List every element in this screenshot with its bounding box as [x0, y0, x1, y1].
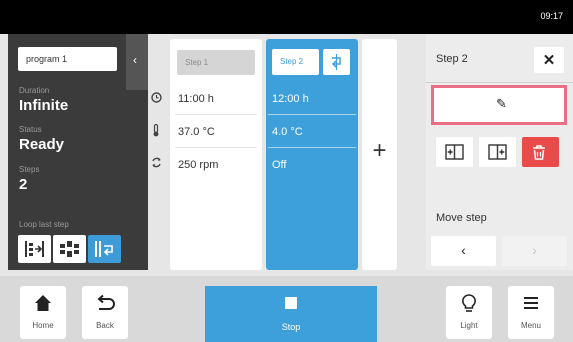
loop-label: Loop last step: [19, 220, 69, 229]
loop-mode-1-icon: [25, 241, 44, 257]
program-name-field[interactable]: program 1: [18, 47, 117, 71]
step-1-temperature: 37.0 °C: [178, 126, 215, 138]
rotation-icon: [148, 157, 164, 171]
step-1-card[interactable]: Step 1 11:00 h 37.0 °C 250 rpm: [170, 39, 262, 270]
move-step-right-button[interactable]: ›: [502, 236, 567, 266]
move-step-label: Move step: [436, 212, 487, 224]
stop-icon: [285, 297, 297, 309]
back-arrow-icon: [97, 294, 115, 310]
home-icon: [35, 295, 51, 311]
program-panel: program 1 ‹ Duration Infinite Status Rea…: [8, 34, 148, 270]
duration-value: Infinite: [19, 97, 69, 114]
step-2-temperature: 4.0 °C: [272, 126, 303, 138]
divider: [175, 114, 257, 115]
edit-panel-title: Step 2: [436, 53, 468, 65]
bottom-nav: Home Back Stop Light Menu: [0, 276, 573, 342]
light-button[interactable]: Light: [446, 286, 492, 339]
home-button[interactable]: Home: [20, 286, 66, 339]
insert-before-icon: [445, 144, 464, 160]
thermometer-icon: [148, 123, 164, 140]
step-2-speed: Off: [272, 159, 287, 171]
stop-label: Stop: [281, 322, 301, 332]
duration-label: Duration: [19, 86, 50, 95]
step-2-label: Step 2: [272, 49, 319, 75]
loop-icon: [331, 54, 341, 70]
lightbulb-icon: [462, 294, 476, 312]
back-label: Back: [96, 321, 114, 330]
collapse-panel-button[interactable]: ‹: [126, 34, 148, 90]
insert-step-before-button[interactable]: [436, 137, 473, 167]
step-1-label: Step 1: [177, 50, 255, 75]
insert-after-icon: [488, 144, 507, 160]
divider: [426, 82, 573, 83]
close-button[interactable]: ✕: [534, 47, 564, 73]
home-label: Home: [32, 321, 54, 330]
clock: 09:17: [540, 11, 563, 21]
steps-value: 2: [19, 176, 28, 193]
step-edit-panel: Step 2 ✕ ✎ Move step ‹ ›: [426, 34, 573, 270]
divider: [268, 147, 356, 148]
steps-area: Step 1 11:00 h 37.0 °C 250 rpm Step 2 12…: [148, 34, 426, 270]
loop-mode-2-button[interactable]: [53, 235, 86, 263]
divider: [175, 147, 257, 148]
menu-label: Menu: [520, 321, 541, 330]
chevron-left-icon: ‹: [133, 53, 137, 67]
loop-last-step-icon: [95, 241, 113, 257]
divider: [268, 114, 356, 115]
delete-step-button[interactable]: [522, 137, 559, 167]
step-2-card[interactable]: Step 2 12:00 h 4.0 °C Off: [266, 39, 358, 270]
stop-button[interactable]: Stop: [205, 286, 377, 342]
status-value: Ready: [19, 136, 65, 153]
step-1-time: 11:00 h: [178, 93, 214, 105]
loop-mode-3-button[interactable]: [88, 235, 121, 263]
edit-step-button[interactable]: ✎: [431, 85, 567, 125]
clock-icon: [148, 92, 164, 106]
pencil-icon: ✎: [496, 96, 507, 111]
light-label: Light: [460, 321, 478, 330]
menu-icon: [524, 297, 538, 309]
trash-icon: [533, 145, 545, 160]
steps-label: Steps: [19, 165, 40, 174]
step-2-time: 12:00 h: [272, 93, 309, 105]
status-label: Status: [19, 125, 42, 134]
loop-mode-2-icon: [60, 241, 79, 257]
back-button[interactable]: Back: [82, 286, 128, 339]
loop-mode-1-button[interactable]: [18, 235, 51, 263]
move-step-left-button[interactable]: ‹: [431, 236, 496, 266]
add-step-button[interactable]: +: [362, 39, 397, 270]
step-1-speed: 250 rpm: [178, 159, 219, 171]
step-2-loop-button[interactable]: [323, 49, 350, 75]
insert-step-after-button[interactable]: [479, 137, 516, 167]
status-bar: 09:17: [0, 0, 573, 34]
menu-button[interactable]: Menu: [508, 286, 554, 339]
